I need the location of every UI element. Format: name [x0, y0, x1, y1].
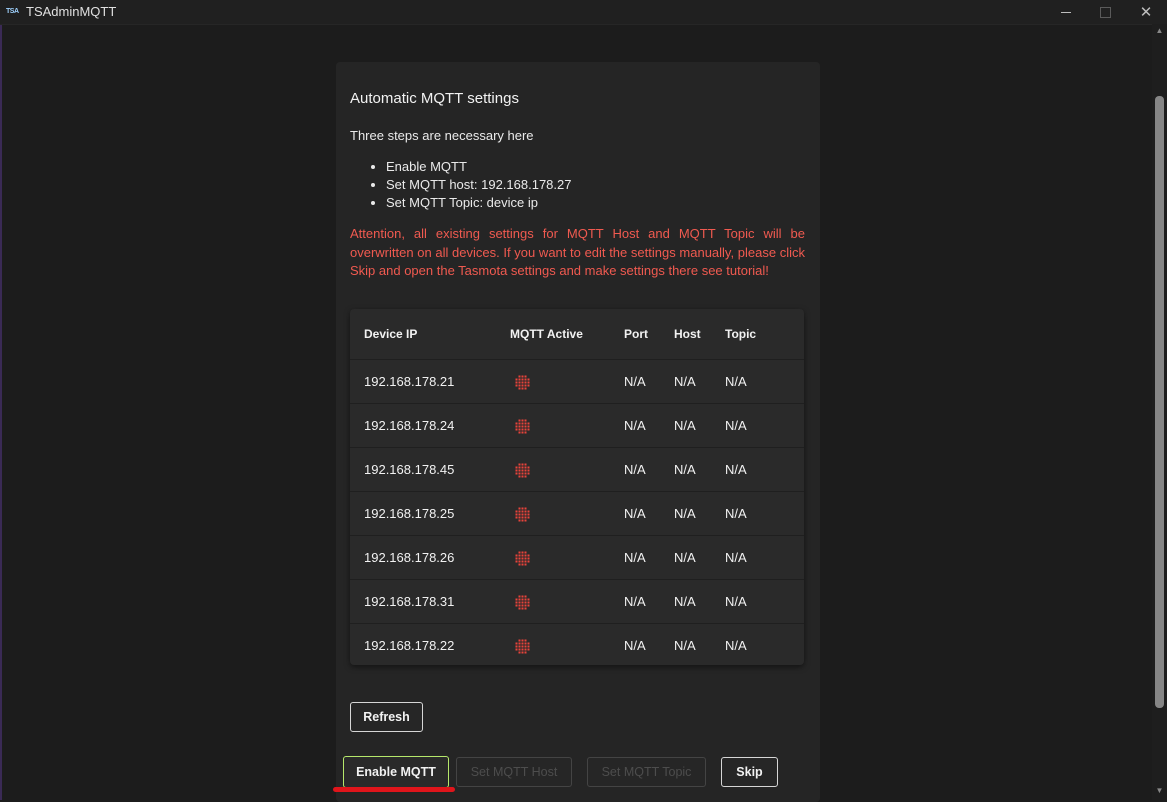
- cell-port: N/A: [624, 403, 674, 448]
- cell-host: N/A: [674, 579, 725, 624]
- cell-device-ip: 192.168.178.24: [350, 403, 510, 448]
- cell-port: N/A: [624, 535, 674, 580]
- header-topic[interactable]: Topic: [725, 309, 804, 360]
- cell-mqtt-active: [510, 624, 624, 668]
- cell-device-ip: 192.168.178.22: [364, 638, 455, 653]
- cell-device-ip: 192.168.178.26: [350, 535, 510, 580]
- cell-topic: N/A: [725, 491, 804, 536]
- scrollbar-thumb[interactable]: [1155, 96, 1164, 708]
- step-item: Set MQTT Topic: device ip: [386, 194, 572, 212]
- cell-topic: N/A: [725, 403, 804, 448]
- step-item: Set MQTT host: 192.168.178.27: [386, 176, 572, 194]
- scroll-up-icon[interactable]: ▲: [1154, 26, 1165, 35]
- inactive-status-icon: [515, 551, 530, 566]
- cell-port: N/A: [624, 638, 646, 653]
- table-row[interactable]: 192.168.178.21 N/A N/A N/A: [350, 359, 804, 404]
- maximize-icon: [1099, 6, 1111, 18]
- cell-device-ip: 192.168.178.31: [350, 579, 510, 624]
- window-title: TSAdminMQTT: [26, 4, 117, 19]
- card-title: Automatic MQTT settings: [350, 90, 519, 107]
- intro-text: Three steps are necessary here: [350, 128, 534, 143]
- inactive-status-icon: [515, 419, 530, 434]
- app-logo-icon: TSA: [6, 8, 19, 15]
- inactive-status-icon: [515, 639, 530, 654]
- desktop-edge: [0, 24, 2, 800]
- close-button[interactable]: ✕: [1123, 0, 1167, 24]
- table-row[interactable]: 192.168.178.22 N/A N/A N/A: [350, 624, 804, 668]
- cell-device-ip: 192.168.178.45: [350, 447, 510, 492]
- refresh-button[interactable]: Refresh: [350, 702, 423, 732]
- step-item: Enable MQTT: [386, 158, 572, 176]
- table-header-row: Device IP MQTT Active Port Host Topic: [350, 309, 804, 360]
- cell-host: N/A: [674, 403, 725, 448]
- header-host[interactable]: Host: [674, 309, 725, 360]
- cell-device-ip: 192.168.178.21: [350, 359, 510, 404]
- cell-mqtt-active: [510, 403, 624, 448]
- table-row[interactable]: 192.168.178.31 N/A N/A N/A: [350, 579, 804, 624]
- cell-topic: N/A: [725, 535, 804, 580]
- devices-table: Device IP MQTT Active Port Host Topic 19…: [350, 309, 804, 665]
- cell-mqtt-active: [510, 491, 624, 536]
- cell-mqtt-active: [510, 359, 624, 404]
- cell-mqtt-active: [510, 579, 624, 624]
- cell-port: N/A: [624, 579, 674, 624]
- cell-topic: N/A: [725, 359, 804, 404]
- cell-host: N/A: [674, 638, 696, 653]
- table-row[interactable]: 192.168.178.24 N/A N/A N/A: [350, 403, 804, 448]
- cell-device-ip: 192.168.178.25: [350, 491, 510, 536]
- cell-host: N/A: [674, 359, 725, 404]
- highlight-underline: [333, 787, 455, 792]
- inactive-status-icon: [515, 595, 530, 610]
- close-icon: ✕: [1139, 4, 1153, 21]
- inactive-status-icon: [515, 375, 530, 390]
- header-device-ip[interactable]: Device IP: [350, 309, 510, 360]
- header-port[interactable]: Port: [624, 309, 674, 360]
- title-bar[interactable]: TSA TSAdminMQTT ✕: [0, 0, 1167, 25]
- warning-text: Attention, all existing settings for MQT…: [350, 226, 805, 278]
- minimize-icon: [1061, 11, 1071, 13]
- cell-mqtt-active: [510, 447, 624, 492]
- inactive-status-icon: [515, 463, 530, 478]
- cell-topic: N/A: [725, 638, 747, 653]
- set-mqtt-topic-button[interactable]: Set MQTT Topic: [587, 757, 706, 787]
- cell-topic: N/A: [725, 447, 804, 492]
- cell-host: N/A: [674, 535, 725, 580]
- header-mqtt-active[interactable]: MQTT Active: [510, 309, 624, 360]
- cell-port: N/A: [624, 447, 674, 492]
- enable-mqtt-button[interactable]: Enable MQTT: [343, 756, 449, 788]
- table-row[interactable]: 192.168.178.25 N/A N/A N/A: [350, 491, 804, 536]
- table-row[interactable]: 192.168.178.45 N/A N/A N/A: [350, 447, 804, 492]
- set-mqtt-host-button[interactable]: Set MQTT Host: [456, 757, 572, 787]
- inactive-status-icon: [515, 507, 530, 522]
- table-row[interactable]: 192.168.178.26 N/A N/A N/A: [350, 535, 804, 580]
- scroll-down-icon[interactable]: ▼: [1154, 786, 1165, 795]
- cell-mqtt-active: [510, 535, 624, 580]
- skip-button[interactable]: Skip: [721, 757, 778, 787]
- cell-host: N/A: [674, 491, 725, 536]
- cell-host: N/A: [674, 447, 725, 492]
- cell-topic: N/A: [725, 579, 804, 624]
- maximize-button[interactable]: [1082, 0, 1128, 24]
- cell-port: N/A: [624, 491, 674, 536]
- steps-list: Enable MQTT Set MQTT host: 192.168.178.2…: [366, 158, 572, 212]
- cell-port: N/A: [624, 359, 674, 404]
